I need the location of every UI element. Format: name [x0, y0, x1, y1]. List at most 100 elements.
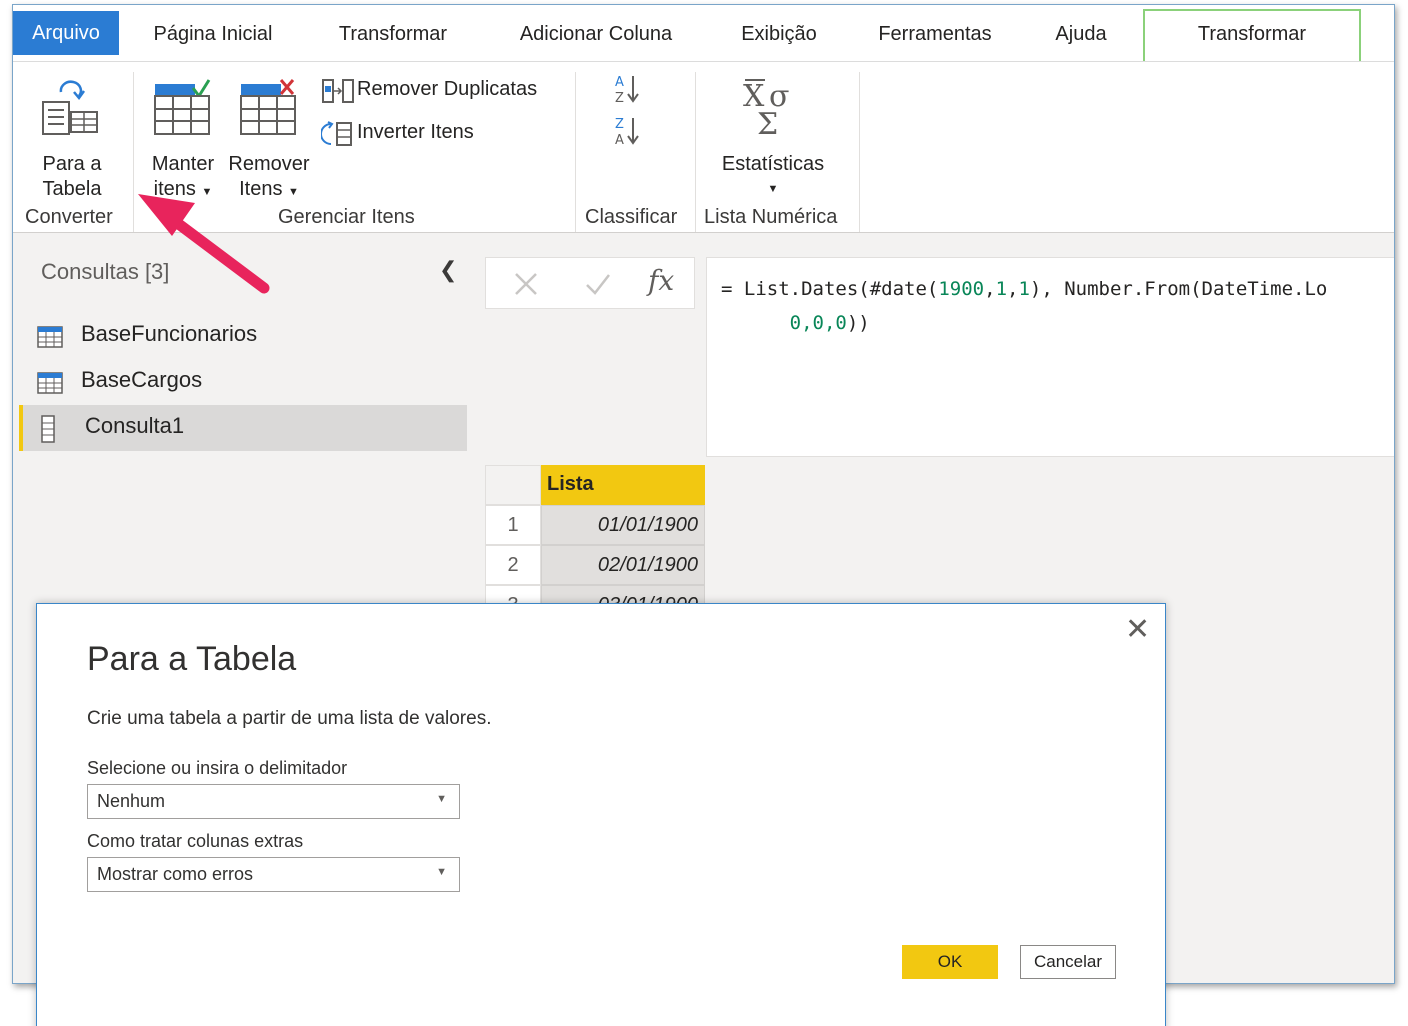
tab-home[interactable]: Página Inicial — [133, 11, 293, 61]
keep-items-label: Manter itens ▼ — [143, 152, 223, 205]
remove-items-icon — [240, 79, 296, 135]
close-icon[interactable]: ✕ — [1125, 612, 1150, 647]
group-label-convert: Converter — [25, 206, 113, 228]
to-table-label: Para a Tabela — [27, 152, 117, 202]
separator — [695, 72, 696, 232]
formula-editor[interactable]: = List.Dates(#date(1900,1,1), Number.Fro… — [706, 257, 1394, 457]
ribbon-tab-bar: Arquivo Página Inicial Transformar Adici… — [13, 5, 1394, 63]
query-item-label: BaseFuncionarios — [81, 321, 258, 346]
formula-bar-buttons: fx — [485, 257, 695, 309]
grid-corner — [485, 465, 541, 505]
fx-icon[interactable]: fx — [648, 264, 674, 297]
statistics-button[interactable]: X σ Σ Estatísticas ▼ — [713, 72, 833, 200]
keep-items-icon — [154, 79, 211, 135]
row-number: 2 — [485, 545, 541, 585]
to-table-label-line1: Para a — [42, 153, 102, 175]
svg-text:A: A — [615, 75, 624, 90]
separator — [133, 72, 134, 232]
query-item-basefuncionarios[interactable]: BaseFuncionarios — [19, 313, 467, 359]
ribbon: Para a Tabela Manter itens ▼ Remover Ite… — [13, 61, 1394, 233]
dropdown-caret-icon: ▼ — [767, 183, 779, 195]
dropdown-caret-icon: ▼ — [201, 186, 213, 198]
tab-view[interactable]: Exibição — [725, 11, 833, 61]
delimiter-select[interactable]: Nenhum ▼ — [87, 784, 460, 819]
keep-items-label-line2: itens ▼ — [143, 177, 223, 205]
tab-add-column[interactable]: Adicionar Coluna — [501, 11, 691, 61]
formula-text: , — [1007, 278, 1019, 300]
row-number: 1 — [485, 505, 541, 545]
formula-text: ), Number.From(DateTime.Lo — [1029, 278, 1328, 300]
dropdown-caret-icon: ▼ — [288, 186, 299, 198]
table-cell[interactable]: 01/01/1900 — [541, 505, 705, 545]
dialog-title: Para a Tabela — [87, 640, 297, 678]
svg-text:Z: Z — [615, 91, 624, 106]
tab-help[interactable]: Ajuda — [1043, 11, 1119, 61]
keep-items-label-text: itens — [153, 178, 196, 200]
tab-file[interactable]: Arquivo — [13, 11, 119, 55]
formula-text: )) — [846, 312, 870, 334]
group-label-numeric-list: Lista Numérica — [704, 206, 838, 228]
chevron-left-icon[interactable]: ❮ — [439, 257, 457, 283]
delimiter-select-value: Nenhum — [97, 791, 166, 811]
sort-descending-button[interactable]: Z A — [613, 114, 647, 148]
remove-duplicates-label: Remover Duplicatas — [357, 78, 538, 100]
formula-number: 1900 — [938, 278, 985, 300]
keep-items-button[interactable]: Manter itens ▼ — [143, 72, 223, 200]
query-item-basecargos[interactable]: BaseCargos — [19, 359, 467, 405]
list-icon — [41, 415, 55, 443]
statistics-icon: X σ Σ — [743, 79, 789, 136]
query-item-label: BaseCargos — [81, 367, 203, 392]
extra-columns-label: Como tratar colunas extras — [87, 831, 304, 851]
extra-columns-select[interactable]: Mostrar como erros ▼ — [87, 857, 460, 892]
tab-context-transform[interactable]: Transformar — [1143, 9, 1361, 63]
separator — [575, 72, 576, 232]
remove-items-label-line2: Itens ▼ — [225, 177, 313, 205]
sort-ascending-button[interactable]: A Z — [613, 72, 647, 106]
query-item-consulta1[interactable]: Consulta1 — [19, 405, 467, 451]
reverse-items-label: Inverter Itens — [357, 121, 474, 143]
reverse-items-icon — [321, 121, 352, 146]
commit-formula-icon[interactable] — [584, 270, 612, 298]
to-table-button[interactable]: Para a Tabela — [27, 72, 117, 200]
delimiter-label: Selecione ou insira o delimitador — [87, 758, 348, 778]
table-icon — [37, 372, 63, 394]
reverse-items-button[interactable]: Inverter Itens — [319, 118, 519, 148]
queries-title: Consultas [3] — [41, 259, 170, 284]
to-table-dialog: ✕ Para a Tabela Crie uma tabela a partir… — [36, 603, 1166, 1026]
extra-columns-select-value: Mostrar como erros — [97, 864, 254, 884]
group-label-manage-items: Gerenciar Itens — [278, 206, 415, 228]
to-table-icon — [42, 80, 98, 135]
tab-tools[interactable]: Ferramentas — [865, 11, 1005, 61]
remove-items-button[interactable]: Remover Itens ▼ — [225, 72, 313, 200]
svg-text:Z: Z — [615, 117, 624, 132]
remove-items-label-text: Itens — [239, 178, 283, 200]
column-header-lista[interactable]: Lista — [541, 465, 705, 505]
query-item-label: Consulta1 — [85, 413, 185, 438]
to-table-label-line2: Tabela — [42, 178, 102, 200]
separator — [859, 72, 860, 232]
cancel-button[interactable]: Cancelar — [1020, 945, 1116, 979]
remove-duplicates-icon — [322, 79, 354, 103]
table-cell[interactable]: 02/01/1900 — [541, 545, 705, 585]
formula-text: , — [984, 278, 996, 300]
cancel-formula-icon[interactable] — [512, 270, 540, 298]
remove-items-label: Remover Itens ▼ — [225, 152, 313, 205]
chevron-down-icon: ▼ — [436, 793, 447, 805]
svg-text:A: A — [615, 133, 624, 148]
statistics-label-text: Estatísticas — [721, 153, 825, 175]
formula-number: 1 — [1018, 278, 1030, 300]
statistics-label: Estatísticas ▼ — [713, 152, 833, 202]
remove-duplicates-button[interactable]: Remover Duplicatas — [319, 76, 569, 106]
table-icon — [37, 326, 63, 348]
keep-items-label-line1: Manter — [151, 153, 215, 175]
ok-button[interactable]: OK — [902, 945, 998, 979]
dialog-description: Crie uma tabela a partir de uma lista de… — [87, 708, 492, 729]
svg-text:Σ: Σ — [757, 107, 778, 136]
formula-number: 1 — [995, 278, 1008, 300]
remove-items-label-line1: Remover — [228, 153, 310, 175]
tab-transform[interactable]: Transformar — [323, 11, 463, 61]
group-label-sort: Classificar — [585, 206, 678, 228]
formula-number: 0,0,0 — [789, 312, 847, 334]
sort-descending-icon: Z A — [615, 117, 639, 148]
sort-ascending-icon: A Z — [615, 75, 639, 106]
